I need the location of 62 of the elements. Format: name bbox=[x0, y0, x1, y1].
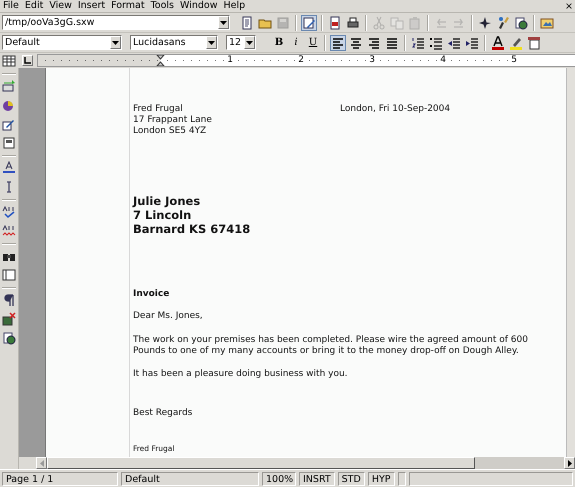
menu-item[interactable]: Tools bbox=[150, 0, 179, 12]
menu-item[interactable]: Help bbox=[222, 0, 250, 12]
dropdown-arrow-icon bbox=[208, 40, 215, 44]
status-mode: STD bbox=[338, 472, 365, 486]
tab-stop-button[interactable] bbox=[22, 55, 33, 66]
menu-item[interactable]: Insert bbox=[76, 0, 110, 12]
vertical-scrollbar[interactable] bbox=[566, 68, 575, 457]
recipient-address-line: Julie Jones bbox=[133, 194, 202, 208]
status-style: Default bbox=[121, 472, 259, 486]
field-icon[interactable] bbox=[1, 78, 17, 94]
italic-button[interactable]: i bbox=[288, 34, 304, 50]
image-off-icon[interactable] bbox=[1, 311, 17, 327]
menu-item[interactable]: Window bbox=[179, 0, 222, 12]
status-mode: HYP bbox=[368, 472, 394, 486]
status-zoom: 100% bbox=[262, 472, 296, 486]
dropdown-arrow-icon bbox=[220, 20, 227, 24]
body-paragraph: It has been a pleasure doing business with you. bbox=[133, 369, 349, 380]
status-mode: INSRT bbox=[299, 472, 335, 486]
status-field bbox=[398, 472, 406, 486]
right-arrow-icon bbox=[568, 460, 572, 466]
edit-icon[interactable] bbox=[301, 14, 317, 30]
paragraph-style-field[interactable]: Default bbox=[2, 35, 122, 50]
date-line: London, Fri 10-Sep-2004 bbox=[340, 104, 450, 115]
font-name-field[interactable]: Lucidasans bbox=[130, 35, 218, 50]
navigator-icon[interactable] bbox=[477, 14, 493, 30]
printer-icon[interactable] bbox=[345, 14, 361, 30]
body-paragraph: The work on your premises has been completed. Please wire the agreed amount of 600 Pounds to one of my many accounts or bring it to the money drop-off on Dough Alley. bbox=[133, 335, 529, 357]
scroll-left-button[interactable] bbox=[36, 457, 47, 469]
panel-icon[interactable] bbox=[1, 267, 17, 283]
align-left-icon[interactable] bbox=[330, 34, 346, 50]
bold-button[interactable]: B bbox=[271, 34, 287, 50]
sender-name: Fred Frugal bbox=[133, 104, 184, 115]
globe-icon[interactable] bbox=[513, 14, 529, 30]
subject-line: Invoice bbox=[133, 289, 170, 300]
location-field[interactable]: /tmp/ooVa3gG.sxw bbox=[2, 15, 230, 30]
closing: Best Regards bbox=[133, 408, 194, 419]
menu-item[interactable]: View bbox=[48, 0, 77, 12]
sender-address-line: 17 Frappant Lane bbox=[133, 115, 213, 126]
globe-icon[interactable] bbox=[1, 330, 17, 346]
table-icon[interactable] bbox=[1, 52, 17, 68]
dropdown-arrow-icon bbox=[112, 40, 119, 44]
close-button[interactable]: × bbox=[565, 0, 575, 12]
menu-item[interactable]: File bbox=[2, 0, 24, 12]
sender-address-line: London SE5 4YZ bbox=[133, 126, 208, 137]
recipient-address-line: Barnard KS 67418 bbox=[133, 222, 252, 236]
underline-button[interactable]: U bbox=[305, 34, 321, 50]
salutation: Dear Ms. Jones, bbox=[133, 311, 204, 322]
scrollbar-thumb[interactable] bbox=[47, 457, 475, 469]
recipient-address-line: 7 Lincoln bbox=[133, 208, 192, 222]
dropdown-arrow-icon bbox=[246, 40, 253, 44]
left-arrow-icon bbox=[40, 460, 44, 466]
frame-icon[interactable] bbox=[526, 34, 542, 50]
status-page: Page 1 / 1 bbox=[2, 472, 118, 486]
indent-marker-icon[interactable] bbox=[156, 55, 165, 66]
menu-item[interactable]: Edit bbox=[24, 0, 48, 12]
text-icon[interactable] bbox=[1, 160, 17, 176]
font-color-icon[interactable] bbox=[490, 34, 506, 50]
menu-item[interactable]: Format bbox=[110, 0, 150, 12]
spellcheck-icon[interactable] bbox=[1, 204, 17, 220]
scroll-right-button[interactable] bbox=[564, 457, 575, 469]
font-size-field[interactable]: 12 bbox=[226, 35, 256, 50]
form-icon[interactable] bbox=[1, 135, 17, 151]
